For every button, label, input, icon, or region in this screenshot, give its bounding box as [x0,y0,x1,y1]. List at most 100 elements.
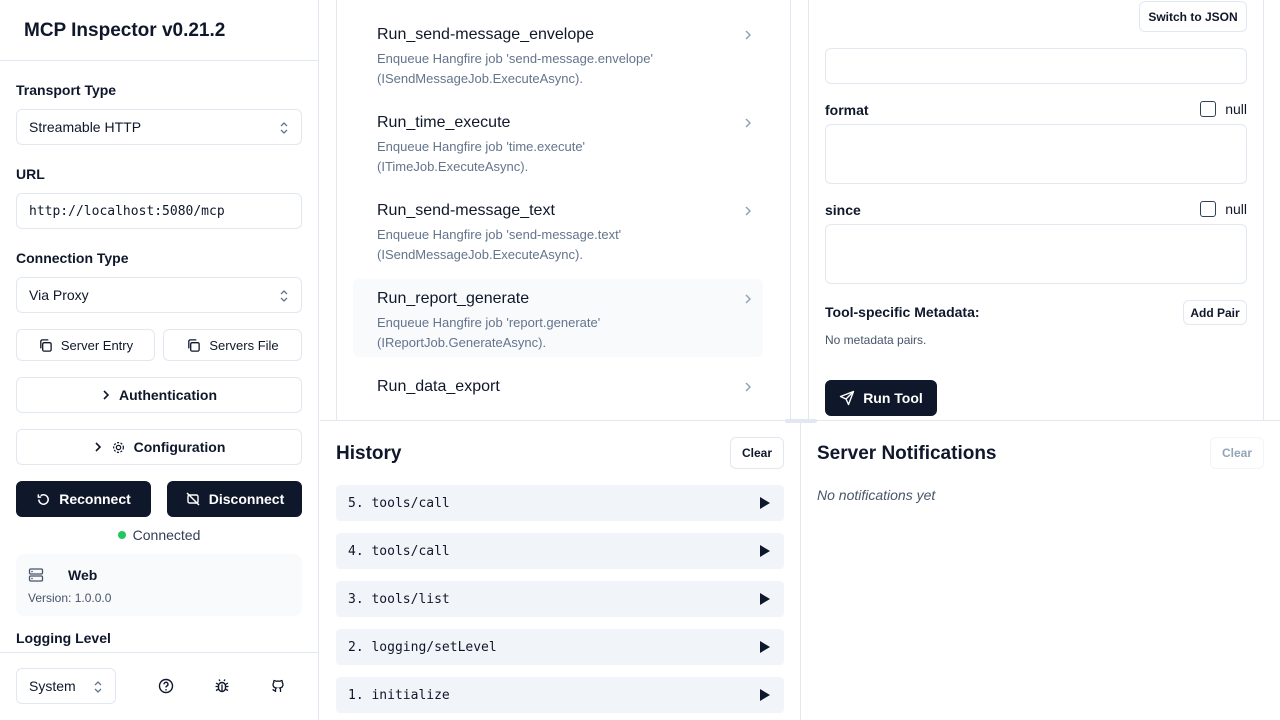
no-metadata-text: No metadata pairs. [825,333,927,347]
tool-item[interactable]: Run_send-message_envelope Enqueue Hangfi… [353,18,763,94]
tool-description-line: (ISendMessageJob.ExecuteAsync). [377,71,583,86]
github-button[interactable] [263,672,293,700]
resize-handle[interactable] [785,419,817,423]
copy-icon [188,338,201,352]
server-entry-label: Server Entry [60,337,134,353]
chevron-right-icon [745,30,752,40]
chevron-right-icon [103,390,110,400]
reconnect-button[interactable]: Reconnect [16,481,151,517]
divider [0,60,318,61]
servers-file-button[interactable]: Servers File [163,329,302,361]
connection-type-select[interactable]: Via Proxy [16,277,302,313]
server-icon [28,568,44,582]
transport-type-value: Streamable HTTP [29,119,142,135]
parameter-input[interactable] [825,48,1247,84]
debug-button[interactable] [207,672,237,700]
chevron-up-down-icon [94,681,102,693]
checkbox-box[interactable] [1200,101,1217,117]
tool-description-line: Enqueue Hangfire job 'send-message.text' [377,227,622,242]
transport-type-select[interactable]: Streamable HTTP [16,109,302,145]
divider [0,652,318,653]
format-label: format [825,102,869,118]
configuration-toggle[interactable]: Configuration [16,429,302,465]
authentication-toggle[interactable]: Authentication [16,377,302,413]
history-item[interactable]: 3. tools/list [336,581,784,617]
url-label: URL [16,166,45,182]
play-icon [760,545,770,557]
since-null-checkbox[interactable]: null [1200,201,1247,217]
history-item-label: 3. tools/list [348,591,450,607]
history-clear-button[interactable]: Clear [730,437,784,469]
tool-description: Enqueue Hangfire job 'report.generate' (… [377,313,717,353]
chevron-right-icon [745,294,752,304]
null-label: null [1225,101,1247,117]
chevron-right-icon [745,118,752,128]
since-label: since [825,202,861,218]
help-circle-icon [158,678,174,694]
tool-metadata-label: Tool-specific Metadata: [825,304,980,320]
play-icon [760,497,770,509]
app-title: MCP Inspector v0.21.2 [24,20,226,41]
logging-level-label: Logging Level [16,630,111,646]
copy-icon [40,338,52,352]
tool-description-line: Enqueue Hangfire job 'time.execute' [377,139,586,154]
url-input[interactable] [16,193,302,229]
server-version: Version: 1.0.0.0 [28,591,112,605]
run-tool-label: Run Tool [863,390,923,406]
history-item[interactable]: 4. tools/call [336,533,784,569]
tool-description: Enqueue Hangfire job 'send-message.envel… [377,49,717,89]
gear-icon [112,441,124,453]
add-pair-button[interactable]: Add Pair [1183,300,1247,325]
bug-icon [215,679,229,693]
null-label: null [1225,201,1247,217]
server-info-card: Web Version: 1.0.0.0 [16,554,302,616]
notifications-title: Server Notifications [817,443,997,464]
format-textarea[interactable] [825,124,1247,184]
server-entry-button[interactable]: Server Entry [16,329,155,361]
chevron-up-down-icon [280,290,288,302]
chevron-up-down-icon [280,122,288,134]
history-item-label: 4. tools/call [348,543,450,559]
chevron-right-icon [745,206,752,216]
reconnect-label: Reconnect [59,491,131,507]
tool-name: Run_report_generate [377,290,530,307]
tool-description-line: Enqueue Hangfire job 'send-message.envel… [377,51,653,66]
play-icon [760,689,770,701]
since-textarea[interactable] [825,224,1247,284]
tool-name: Run_data_export [377,378,500,395]
tool-item[interactable]: Run_time_execute Enqueue Hangfire job 't… [353,106,763,182]
tool-description-line: (ISendMessageJob.ExecuteAsync). [377,247,583,262]
sidebar: MCP Inspector v0.21.2 Transport Type Str… [0,0,319,720]
disconnect-button[interactable]: Disconnect [167,481,302,517]
run-tool-button[interactable]: Run Tool [825,380,937,416]
tool-description-line: (ITimeJob.ExecuteAsync). [377,159,529,174]
notifications-clear-button[interactable]: Clear [1210,437,1264,469]
switch-to-json-button[interactable]: Switch to JSON [1139,1,1247,32]
status-text: Connected [132,527,201,543]
history-item[interactable]: 2. logging/setLevel [336,629,784,665]
github-icon [272,679,284,692]
servers-file-label: Servers File [209,337,279,353]
tool-name: Run_send-message_envelope [377,26,595,43]
no-notifications-text: No notifications yet [817,487,936,503]
server-name: Web [68,567,98,583]
tool-item[interactable]: Run_report_generate Enqueue Hangfire job… [353,279,763,357]
rotate-ccw-icon [37,493,50,505]
help-button[interactable] [151,672,181,700]
checkbox-box[interactable] [1200,201,1217,217]
history-item[interactable]: 1. initialize [336,677,784,713]
history-item-label: 1. initialize [348,687,450,703]
tools-list-pane: Run_send-message_envelope Enqueue Hangfi… [336,0,791,420]
format-null-checkbox[interactable]: null [1200,101,1247,117]
history-item[interactable]: 5. tools/call [336,485,784,521]
tool-name: Run_send-message_text [377,202,555,219]
play-icon [760,641,770,653]
connection-status: Connected [0,527,318,543]
theme-select[interactable]: System [16,668,116,704]
chevron-right-icon [745,382,752,392]
chevron-right-icon [95,442,101,452]
theme-value: System [29,678,76,694]
tool-item[interactable]: Run_send-message_text Enqueue Hangfire j… [353,194,763,270]
tool-item[interactable]: Run_data_export [353,370,763,410]
tool-form-pane: Switch to JSON format null since null To… [808,0,1264,420]
